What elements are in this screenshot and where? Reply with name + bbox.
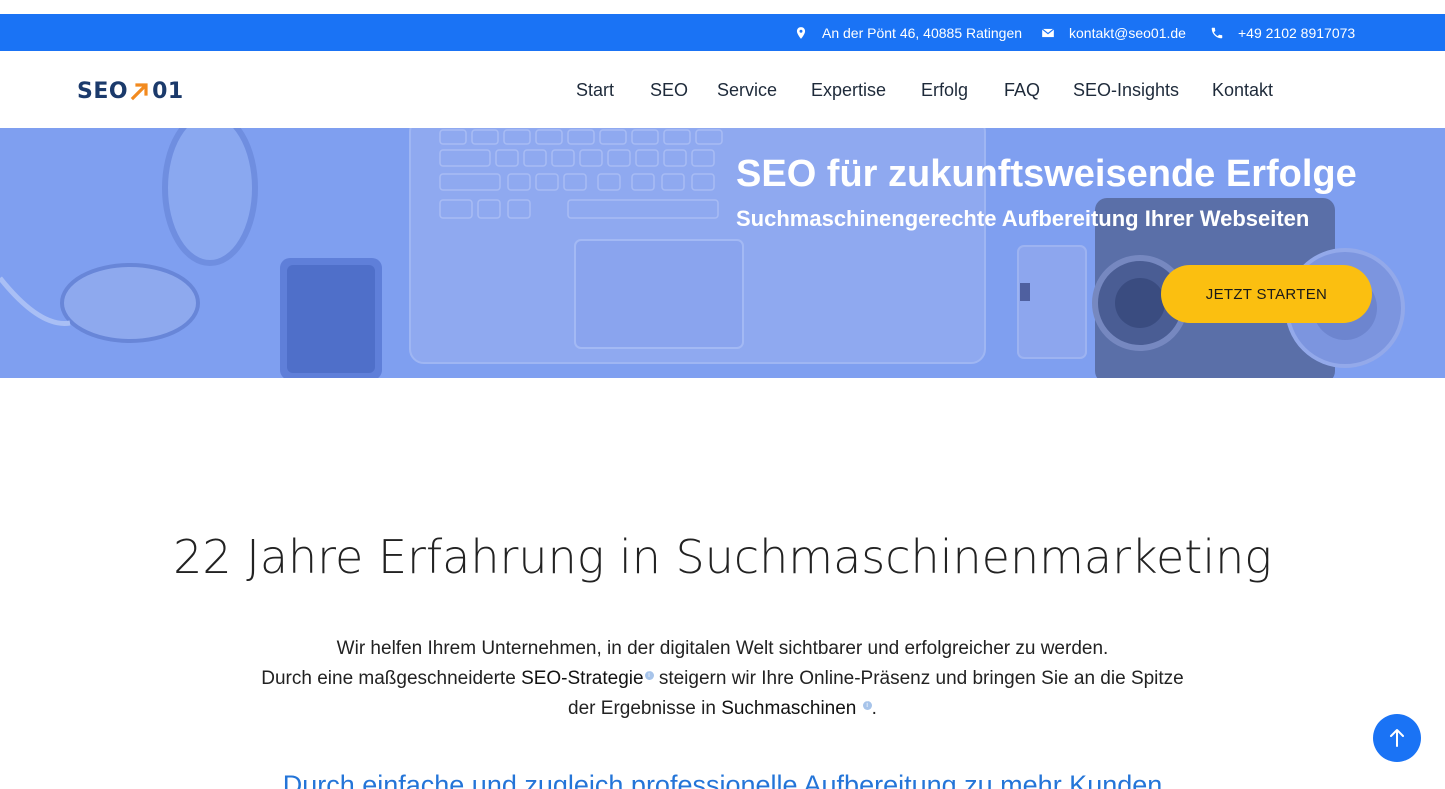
intro-heading: 22 Jahre Erfahrung in Suchmaschinenmarke… (173, 530, 1272, 584)
email-link[interactable]: kontakt@seo01.de (1041, 14, 1186, 51)
hero-banner: SEO für zukunftsweisende Erfolge Suchmas… (0, 128, 1445, 378)
logo-text-left: SEO (77, 78, 129, 104)
nav-item-seo[interactable]: SEO (650, 80, 688, 101)
info-icon[interactable]: i (644, 670, 654, 680)
intro-line-2-pre: Durch eine maßgeschneiderte (261, 668, 522, 689)
address-text: An der Pönt 46, 40885 Ratingen (822, 24, 1023, 41)
intro-paragraph: Wir helfen Ihrem Unternehmen, in der dig… (222, 634, 1223, 724)
email-text: kontakt@seo01.de (1069, 24, 1186, 41)
jetzt-starten-button[interactable]: JETZT STARTEN (1161, 265, 1372, 323)
intro-line-2: Durch eine maßgeschneiderte SEO-Strategi… (222, 664, 1223, 694)
contact-topbar: An der Pönt 46, 40885 Ratingen kontakt@s… (0, 14, 1445, 51)
phone-link[interactable]: +49 2102 8917073 (1210, 14, 1355, 51)
info-icon[interactable]: i (862, 700, 872, 710)
intro-line-3: der Ergebnisse in Suchmaschinen i. (222, 694, 1223, 724)
nav-item-service[interactable]: Service (717, 80, 777, 101)
top-strip (0, 0, 1445, 14)
hero-subtitle: Suchmaschinengerechte Aufbereitung Ihrer… (736, 206, 1310, 231)
nav-item-expertise[interactable]: Expertise (811, 80, 886, 101)
main-navbar: SEO 01 Start SEO Service Expertise Erfol… (0, 51, 1445, 128)
intro-line-1: Wir helfen Ihrem Unternehmen, in der dig… (336, 638, 1109, 659)
intro-line-3-post: . (871, 698, 877, 719)
phone-icon (1211, 27, 1223, 38)
section-subheading: Durch einfache und zugleich professionel… (282, 770, 1163, 789)
nav-item-start[interactable]: Start (576, 80, 614, 101)
map-pin-icon (796, 26, 806, 39)
intro-line-2-post: steigern wir Ihre Online-Präsenz und bri… (653, 668, 1184, 689)
suchmaschinen-link[interactable]: Suchmaschinen (721, 698, 856, 719)
nav-item-faq[interactable]: FAQ (1004, 80, 1040, 101)
hero-title: SEO für zukunftsweisende Erfolge (736, 153, 1357, 195)
seo-strategie-link[interactable]: SEO-Strategie (521, 668, 644, 689)
site-logo[interactable]: SEO 01 (77, 78, 184, 104)
intro-line-3-pre: der Ergebnisse in (568, 698, 722, 719)
nav-item-erfolg[interactable]: Erfolg (921, 80, 968, 101)
scroll-to-top-button[interactable] (1373, 714, 1421, 762)
nav-item-kontakt[interactable]: Kontakt (1212, 80, 1273, 101)
arrow-up-icon (1390, 729, 1404, 747)
envelope-icon (1041, 27, 1055, 37)
arrow-up-right-icon (130, 81, 150, 101)
nav-item-seo-insights[interactable]: SEO-Insights (1073, 80, 1179, 101)
phone-text: +49 2102 8917073 (1238, 24, 1356, 41)
address-link[interactable]: An der Pönt 46, 40885 Ratingen (794, 14, 1022, 51)
logo-text-right: 01 (152, 78, 184, 104)
